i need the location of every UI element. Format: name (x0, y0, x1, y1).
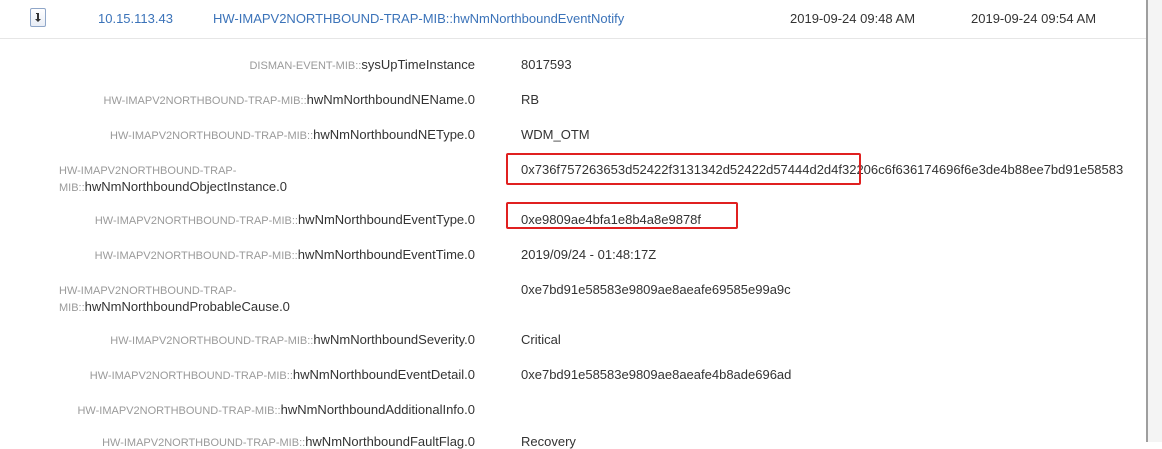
varbind-value: 0xe7bd91e58583e9809ae8aeafe4b8ade696ad (521, 367, 792, 382)
varbind-name: HW-IMAPV2NORTHBOUND-TRAP-MIB::hwNmNorthb… (59, 285, 290, 314)
varbind-value: 8017593 (521, 57, 572, 72)
varbind-value: 0xe9809ae4bfa1e8b4a8e9878f (521, 212, 702, 227)
varbind-name: HW-IMAPV2NORTHBOUND-TRAP-MIB::hwNmNorthb… (110, 332, 475, 347)
varbind-name: HW-IMAPV2NORTHBOUND-TRAP-MIB::hwNmNorthb… (77, 402, 475, 417)
varbind-name: HW-IMAPV2NORTHBOUND-TRAP-MIB::hwNmNorthb… (89, 367, 475, 382)
varbind-value: RB (521, 92, 540, 107)
varbind-details: DISMAN-EVENT-MIB::sysUpTimeInstance 8017… (0, 38, 1146, 449)
trap-oid-link[interactable]: HW-IMAPV2NORTHBOUND-TRAP-MIB::hwNmNorthb… (213, 11, 624, 26)
source-ip: 10.15.113.43 (98, 11, 173, 26)
last-time: 2019-09-24 09:54 AM (971, 11, 1097, 26)
varbind-value: Critical (521, 332, 561, 347)
scrollbar-edge[interactable] (1146, 0, 1162, 442)
varbind-name: HW-IMAPV2NORTHBOUND-TRAP-MIB::hwNmNorthb… (110, 127, 475, 142)
varbind-value: 0xe7bd91e58583e9809ae8aeafe69585e99a9c (521, 282, 791, 297)
varbind-name: HW-IMAPV2NORTHBOUND-TRAP-MIB::hwNmNorthb… (59, 165, 288, 194)
varbind-value: 0x736f757263653d52422f3131342d52422d5744… (521, 162, 1124, 177)
trap-row-header[interactable]: 10.15.113.43 HW-IMAPV2NORTHBOUND-TRAP-MI… (0, 0, 1146, 39)
varbind-value: WDM_OTM (521, 127, 590, 142)
varbind-value: 2019/09/24 - 01:48:17Z (521, 247, 657, 262)
received-time: 2019-09-24 09:48 AM (790, 11, 916, 26)
collapse-arrow-icon[interactable] (30, 8, 46, 27)
varbind-name: HW-IMAPV2NORTHBOUND-TRAP-MIB::hwNmNorthb… (94, 212, 475, 227)
varbind-name: DISMAN-EVENT-MIB::sysUpTimeInstance (249, 57, 475, 72)
varbind-name: HW-IMAPV2NORTHBOUND-TRAP-MIB::hwNmNorthb… (103, 92, 475, 107)
varbind-name: HW-IMAPV2NORTHBOUND-TRAP-MIB::hwNmNorthb… (94, 247, 475, 262)
